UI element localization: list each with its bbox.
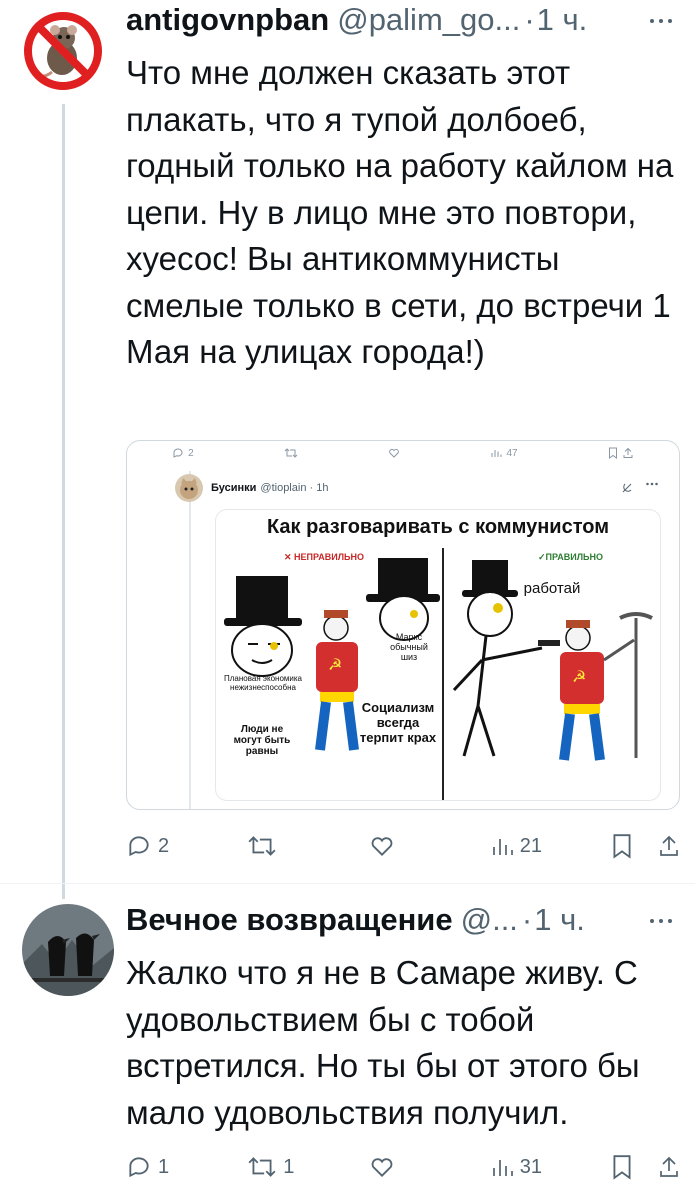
retweet-count: 1 <box>283 1155 295 1178</box>
svg-text:☭: ☭ <box>328 655 342 674</box>
embedded-image[interactable]: 2 47 Бусинки @tioplain · 1h Как разговар… <box>126 440 680 810</box>
views-button[interactable]: 31 <box>490 1154 550 1180</box>
more-icon <box>650 19 672 23</box>
embedded-bookmark-share <box>608 447 634 459</box>
embedded-reply: 2 <box>172 447 194 459</box>
separator: · <box>524 2 535 37</box>
views-icon <box>491 450 502 457</box>
share-icon[interactable] <box>657 1154 681 1180</box>
views-button[interactable]: 21 <box>490 833 550 859</box>
bookmark-icon[interactable] <box>611 833 633 859</box>
embedded-head-icons <box>621 482 659 494</box>
tweet-separator <box>0 883 695 884</box>
meme-drawing: ☭ ☭ <box>224 558 653 761</box>
meme-image: Как разговаривать с коммунистом ✕ НЕПРАВ… <box>215 509 661 801</box>
retweet-icon <box>284 448 298 458</box>
embedded-handle: @tioplain · 1h <box>260 482 329 494</box>
embedded-avatar <box>175 474 203 502</box>
thread-line <box>62 104 65 899</box>
reply-icon <box>129 1157 149 1178</box>
meme-label-people: Люди не могут быть равны <box>233 724 291 757</box>
tweet-text: Жалко что я не в Самаре живу. С удовольс… <box>126 954 640 1131</box>
no-rat-icon <box>22 10 104 92</box>
views-count: 31 <box>519 1155 542 1178</box>
reply-button[interactable]: 2 <box>126 833 186 859</box>
reply-button[interactable]: 1 <box>126 1154 186 1180</box>
embedded-views: 47 <box>490 447 518 459</box>
retweet-icon <box>248 1157 276 1177</box>
cat-icon <box>180 478 198 499</box>
meme-label-work: работай <box>523 580 581 597</box>
more-button[interactable] <box>641 6 681 36</box>
avatar[interactable] <box>22 10 104 92</box>
embedded-reply-count: 2 <box>188 447 194 459</box>
embedded-action-bar: 2 47 <box>127 441 679 465</box>
embedded-retweet <box>284 447 298 459</box>
like-button[interactable] <box>369 833 429 859</box>
tweet-actions: 2 21 <box>126 826 681 866</box>
share-icon <box>623 447 633 458</box>
author-name[interactable]: antigovnpban <box>126 2 329 38</box>
bookmark-icon[interactable] <box>611 1154 633 1180</box>
views-icon <box>492 839 513 855</box>
separator: · <box>521 902 533 937</box>
more-icon <box>650 919 672 923</box>
like-icon <box>389 448 400 458</box>
bookmark-share-group <box>611 833 681 859</box>
more-button[interactable] <box>641 906 681 936</box>
svg-text:☭: ☭ <box>572 667 586 686</box>
timestamp[interactable]: 1 ч. <box>537 2 588 38</box>
retweet-button[interactable]: 1 <box>247 1154 307 1180</box>
reply-count: 2 <box>158 834 170 857</box>
more-icon <box>646 482 658 486</box>
tweet-actions: 1 1 31 <box>126 1147 681 1187</box>
embedded-thread-line <box>189 471 191 809</box>
like-icon <box>371 837 392 856</box>
like-button[interactable] <box>369 1154 429 1180</box>
reply-count: 1 <box>158 1155 170 1178</box>
tweet-text: Что мне должен сказать этот плакать, что… <box>126 54 674 370</box>
grok-icon <box>622 483 632 493</box>
bookmark-share-group <box>611 1154 681 1180</box>
retweet-icon <box>248 836 276 856</box>
embedded-like <box>388 447 400 459</box>
tweet-header: antigovnpban @palim_go... · 1 ч. <box>126 0 587 40</box>
tweet-header: Вечное возвращение @... · 1 ч. <box>126 900 585 940</box>
views-icon <box>492 1160 513 1176</box>
meme-label-socialism: Социализм всегда терпит крах <box>359 700 437 745</box>
meme-label-marx: Маркс обычный шиз <box>390 632 428 662</box>
author-handle[interactable]: @... <box>461 902 518 938</box>
embedded-views-count: 47 <box>506 447 518 459</box>
author-handle[interactable]: @palim_go... <box>337 2 520 38</box>
crows-avatar <box>22 904 114 996</box>
share-icon[interactable] <box>657 833 681 859</box>
embedded-header: Бусинки @tioplain · 1h <box>175 474 659 502</box>
views-count: 21 <box>519 834 542 857</box>
timestamp[interactable]: 1 ч. <box>534 902 585 938</box>
avatar[interactable] <box>22 904 114 996</box>
bookmark-icon <box>608 447 617 459</box>
retweet-button[interactable] <box>247 833 307 859</box>
author-name[interactable]: Вечное возвращение <box>126 902 453 938</box>
meme-label-planned: Плановая экономика нежизнеспособна <box>224 674 302 692</box>
reply-icon <box>173 448 183 458</box>
embedded-author: Бусинки <box>211 482 257 494</box>
like-icon <box>371 1158 392 1177</box>
reply-icon <box>129 836 149 857</box>
